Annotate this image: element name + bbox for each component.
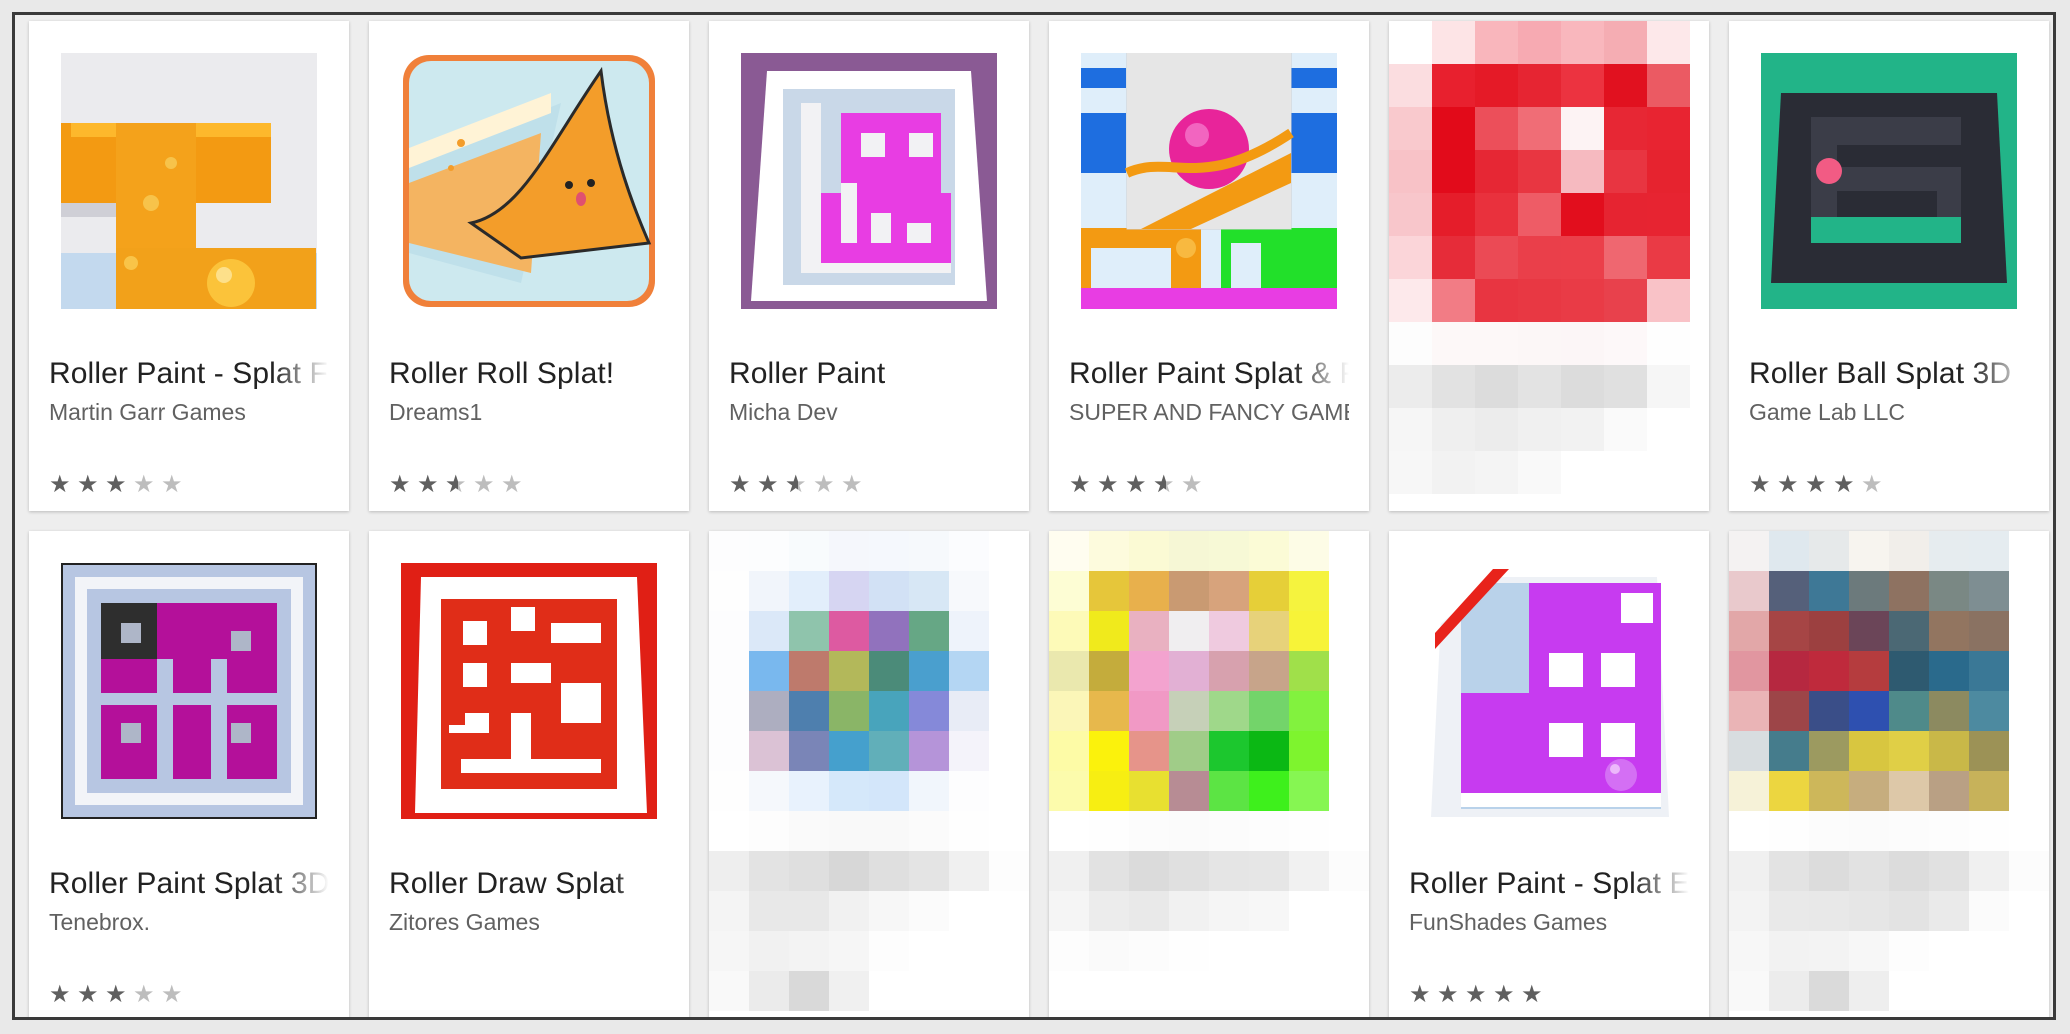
app-grid: Roller Paint - Splat Fill Martin Garr Ga… xyxy=(12,12,2056,1020)
app-card-pixelated[interactable] xyxy=(1389,21,1709,511)
app-developer[interactable]: Martin Garr Games xyxy=(49,399,329,426)
star-icon: ★ xyxy=(501,471,523,498)
app-title[interactable]: Roller Paint xyxy=(729,357,1009,391)
app-title[interactable]: Roller Paint - Splat Fill xyxy=(49,357,329,391)
star-rating: ★ ★ ★ ★ ★ xyxy=(1069,471,1206,499)
app-card-roller-draw-splat[interactable]: Roller Draw Splat Zitores Games xyxy=(369,531,689,1017)
app-developer[interactable]: Game Lab LLC xyxy=(1749,399,2029,426)
star-icon: ★ xyxy=(105,981,127,1008)
pixelated-red-icon[interactable] xyxy=(1389,21,1709,494)
app-card-roller-paint[interactable]: Roller Paint Micha Dev ★ ★ ★ ★ ★ xyxy=(709,21,1029,511)
star-rating: ★ ★ ★ ★ ★ xyxy=(49,981,186,1009)
app-developer[interactable]: Zitores Games xyxy=(389,909,669,936)
star-icon: ★ xyxy=(1125,471,1147,498)
roller-paint-splat-icon[interactable] xyxy=(61,53,317,309)
app-developer[interactable]: Micha Dev xyxy=(729,399,1009,426)
roller-paint-maze-icon[interactable] xyxy=(741,53,997,309)
pixelated-multicolor-icon[interactable] xyxy=(1729,531,2049,1011)
star-rating: ★ ★ ★ ★ ★ xyxy=(389,471,526,499)
app-card-roller-paint-splat-3d[interactable]: Roller Paint Splat 3D Tenebrox. ★ ★ ★ ★ ★ xyxy=(29,531,349,1017)
star-icon: ★ xyxy=(1153,471,1178,499)
app-card-pixelated[interactable] xyxy=(1729,531,2049,1017)
app-card-roller-ball-splat-3d[interactable]: Roller Ball Splat 3D Game Lab LLC ★ ★ ★ ★ ★ xyxy=(1729,21,2049,511)
star-icon: ★ xyxy=(1777,471,1799,498)
star-icon: ★ xyxy=(729,471,751,498)
star-icon: ★ xyxy=(1833,471,1855,498)
star-icon: ★ xyxy=(133,471,155,498)
app-title[interactable]: Roller Roll Splat! xyxy=(389,357,669,391)
app-title[interactable]: Roller Paint Splat 3D xyxy=(49,867,329,901)
pixelated-yellow-green-icon[interactable] xyxy=(1049,531,1369,1011)
star-rating: ★ ★ ★ ★ ★ xyxy=(1409,981,1546,1009)
star-icon: ★ xyxy=(417,471,439,498)
roller-draw-splat-icon[interactable] xyxy=(401,563,657,819)
app-title[interactable]: Roller Draw Splat xyxy=(389,867,669,901)
star-icon: ★ xyxy=(1749,471,1771,498)
star-rating: ★ ★ ★ ★ ★ xyxy=(1749,471,1886,499)
star-icon: ★ xyxy=(49,981,71,1008)
star-icon: ★ xyxy=(49,471,71,498)
star-icon: ★ xyxy=(1861,471,1883,498)
star-icon: ★ xyxy=(389,471,411,498)
star-icon: ★ xyxy=(785,471,810,499)
star-icon: ★ xyxy=(841,471,863,498)
star-icon: ★ xyxy=(1493,981,1515,1008)
star-icon: ★ xyxy=(445,471,470,499)
star-icon: ★ xyxy=(161,981,183,1008)
roller-ball-splat-icon[interactable] xyxy=(1761,53,2017,309)
star-rating: ★ ★ ★ ★ ★ xyxy=(729,471,866,499)
app-card-roller-paint-splat-fill-2[interactable]: Roller Paint Splat & Fill SUPER AND FANC… xyxy=(1049,21,1369,511)
app-developer[interactable]: SUPER AND FANCY GAMES xyxy=(1069,399,1349,426)
app-card-pixelated[interactable] xyxy=(709,531,1029,1017)
star-icon: ★ xyxy=(77,981,99,1008)
app-developer[interactable]: Dreams1 xyxy=(389,399,669,426)
star-icon: ★ xyxy=(105,471,127,498)
app-card-roller-paint-splat-fill[interactable]: Roller Paint - Splat Fill Martin Garr Ga… xyxy=(29,21,349,511)
star-icon: ★ xyxy=(77,471,99,498)
app-title[interactable]: Roller Ball Splat 3D xyxy=(1749,357,2029,391)
roller-roll-splat-icon[interactable] xyxy=(401,53,657,309)
star-icon: ★ xyxy=(1521,981,1543,1008)
star-icon: ★ xyxy=(1181,471,1203,498)
roller-paint-splat-fill-icon[interactable] xyxy=(1081,53,1337,309)
star-icon: ★ xyxy=(473,471,495,498)
app-developer[interactable]: FunShades Games xyxy=(1409,909,1689,936)
star-icon: ★ xyxy=(133,981,155,1008)
app-developer[interactable]: Tenebrox. xyxy=(49,909,329,936)
star-icon: ★ xyxy=(1805,471,1827,498)
star-icon: ★ xyxy=(161,471,183,498)
roller-paint-splat-3d-icon[interactable] xyxy=(61,563,317,819)
star-icon: ★ xyxy=(813,471,835,498)
app-card-pixelated[interactable] xyxy=(1049,531,1369,1017)
app-card-roller-roll-splat[interactable]: Roller Roll Splat! Dreams1 ★ ★ ★ ★ ★ xyxy=(369,21,689,511)
star-icon: ★ xyxy=(1437,981,1459,1008)
star-icon: ★ xyxy=(1409,981,1431,1008)
star-rating: ★ ★ ★ ★ ★ xyxy=(49,471,186,499)
app-title[interactable]: Roller Paint - Splat Edition xyxy=(1409,867,1689,901)
roller-paint-2019-icon[interactable]: 2019 xyxy=(1421,563,1677,819)
star-icon: ★ xyxy=(757,471,779,498)
app-title[interactable]: Roller Paint Splat & Fill xyxy=(1069,357,1349,391)
app-card-roller-paint-splat-edition[interactable]: 2019 Roller Paint - Splat Edition FunSha… xyxy=(1389,531,1709,1017)
star-icon: ★ xyxy=(1097,471,1119,498)
pixelated-pastel-icon[interactable] xyxy=(709,531,1029,1011)
star-icon: ★ xyxy=(1069,471,1091,498)
star-icon: ★ xyxy=(1465,981,1487,1008)
